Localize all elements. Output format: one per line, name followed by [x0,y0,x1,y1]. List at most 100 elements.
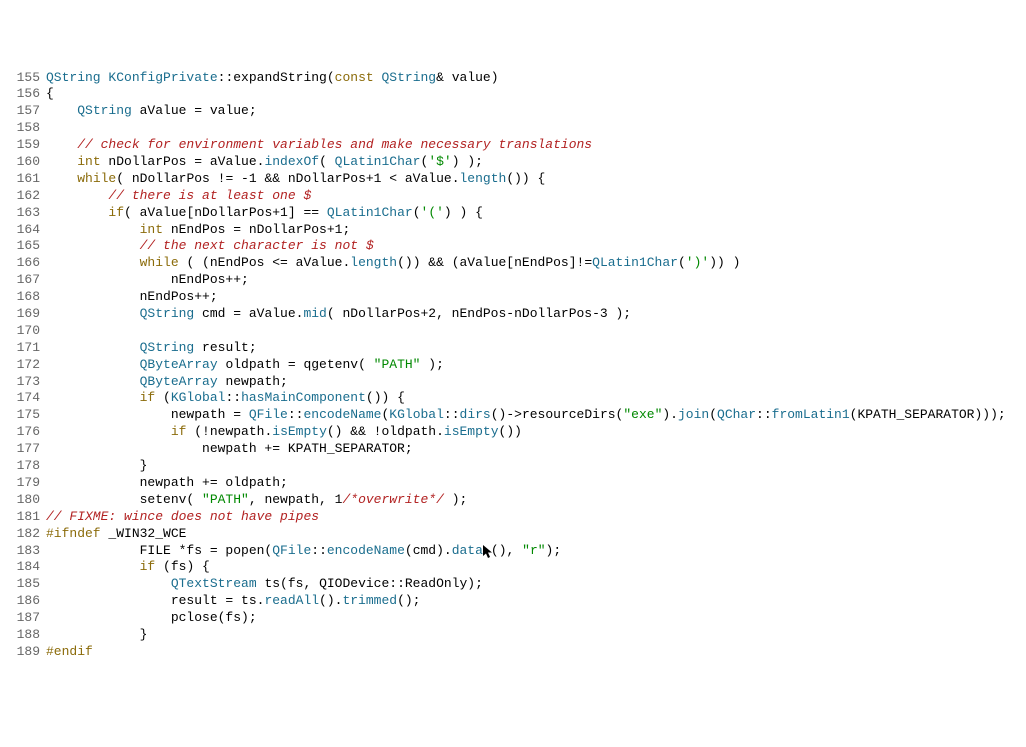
code-line: 157 QString aValue = value; [8,103,1018,120]
code-token: ()) { [506,171,545,186]
line-number: 160 [8,154,40,171]
code-token: newpath = [46,407,249,422]
code-token: (), [491,543,522,558]
code-token: result = ts. [46,593,264,608]
line-number: 183 [8,543,40,560]
line-number: 167 [8,272,40,289]
code-line: 166 while ( (nEndPos <= aValue.length())… [8,255,1018,272]
code-line: 160 int nDollarPos = aValue.indexOf( QLa… [8,154,1018,171]
code-token: :: [756,407,772,422]
code-token [46,357,140,372]
code-line: 158 [8,120,1018,137]
code-line: 171 QString result; [8,340,1018,357]
code-token: ()->resourceDirs( [491,407,624,422]
code-token: :: [225,390,241,405]
code-token: #endif [46,644,93,659]
line-number: 181 [8,509,40,526]
code-token: QLatin1Char [327,205,413,220]
code-token: ( nDollarPos+2, nEndPos-nDollarPos-3 ); [327,306,631,321]
code-line: 168 nEndPos++; [8,289,1018,306]
line-number: 176 [8,424,40,441]
code-token: while [77,171,116,186]
code-token: QString [382,70,437,85]
code-token [46,306,140,321]
code-token: (fs) { [155,559,210,574]
line-number: 170 [8,323,40,340]
code-token: mid [303,306,326,321]
code-token: (KPATH_SEPARATOR))); [850,407,1006,422]
code-token: ( [413,205,421,220]
code-token: ( (nEndPos <= aValue. [179,255,351,270]
code-token: indexOf [264,154,319,169]
code-token: ( [709,407,717,422]
code-token: ()) { [366,390,405,405]
code-token: (). [319,593,342,608]
code-token: pclose(fs); [46,610,257,625]
code-token: ) ) { [444,205,483,220]
code-token: // there is at least one $ [108,188,311,203]
code-token: & value) [436,70,498,85]
code-token: KGlobal [389,407,444,422]
code-token [46,424,171,439]
code-line: 188 } [8,627,1018,644]
code-token [46,390,140,405]
code-token [46,255,140,270]
code-token: (); [397,593,420,608]
code-token: ); [444,492,467,507]
code-token: dirs [460,407,491,422]
code-token [46,374,140,389]
code-token: join [678,407,709,422]
code-token: isEmpty [272,424,327,439]
code-token [46,137,77,152]
code-token: isEmpty [444,424,499,439]
code-token: } [46,627,147,642]
code-token: "r" [522,543,545,558]
code-line: 167 nEndPos++; [8,272,1018,289]
line-number: 166 [8,255,40,272]
code-token: "exe" [623,407,662,422]
code-token: KConfigPrivate [108,70,217,85]
line-number: 178 [8,458,40,475]
code-token: QByteArray [140,357,218,372]
code-token: (!newpath. [186,424,272,439]
code-token: #ifndef [46,526,101,541]
code-token: () && !oldpath. [327,424,444,439]
code-token: nEndPos++; [46,272,249,287]
line-number: 185 [8,576,40,593]
line-number: 173 [8,374,40,391]
code-token: trimmed [342,593,397,608]
line-number: 182 [8,526,40,543]
code-token [374,70,382,85]
line-number: 165 [8,238,40,255]
line-number: 179 [8,475,40,492]
code-token: if [140,559,156,574]
code-token: FILE *fs = popen( [46,543,272,558]
code-token: if [108,205,124,220]
code-token: } [46,458,147,473]
code-token: ( nDollarPos != -1 && nDollarPos+1 < aVa… [116,171,459,186]
code-token: setenv( [46,492,202,507]
line-number: 171 [8,340,40,357]
code-token: QChar [717,407,756,422]
code-token: length [460,171,507,186]
code-line: 164 int nEndPos = nDollarPos+1; [8,222,1018,239]
code-token: length [350,255,397,270]
code-token: newpath += KPATH_SEPARATOR; [46,441,413,456]
line-number: 189 [8,644,40,661]
line-number: 159 [8,137,40,154]
code-line: 187 pclose(fs); [8,610,1018,627]
code-token: ()) [499,424,522,439]
code-line: 184 if (fs) { [8,559,1018,576]
code-token: ( [155,390,171,405]
code-token: QString [46,70,101,85]
code-token [46,171,77,186]
code-line: 186 result = ts.readAll().trimmed(); [8,593,1018,610]
code-token: newpath; [218,374,288,389]
line-number: 177 [8,441,40,458]
code-line: 155QString KConfigPrivate::expandString(… [8,70,1018,87]
code-line: 174 if (KGlobal::hasMainComponent()) { [8,390,1018,407]
code-token: int [140,222,163,237]
line-number: 180 [8,492,40,509]
code-token [46,188,108,203]
code-token: :: [288,407,304,422]
